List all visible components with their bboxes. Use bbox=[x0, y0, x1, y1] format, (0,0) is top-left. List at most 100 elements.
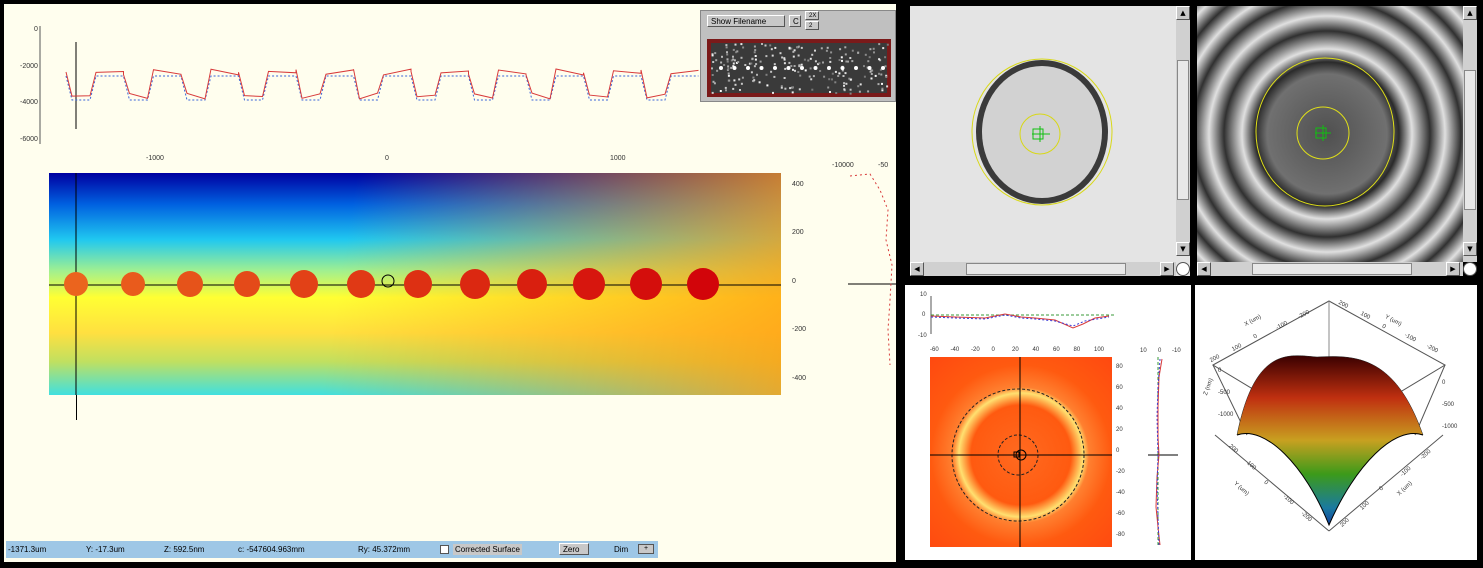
colormap-tick-0: 400 bbox=[792, 181, 804, 188]
pa-xtick: 0 bbox=[991, 347, 995, 353]
colormap[interactable] bbox=[49, 173, 781, 395]
thumbnail-dot bbox=[827, 66, 831, 70]
colormap-spot bbox=[64, 272, 88, 296]
fringe-scroll-up-icon[interactable]: ▲ bbox=[1463, 6, 1477, 20]
colormap-spot bbox=[234, 271, 260, 297]
fringe-overlay bbox=[1255, 57, 1395, 207]
colormap-overlay bbox=[49, 173, 781, 395]
pa-ytick: -60 bbox=[1116, 511, 1125, 517]
pa-xtick: 40 bbox=[1032, 347, 1040, 353]
thumbnail-dot bbox=[854, 66, 858, 70]
s3d-ztick-l: 0 bbox=[1218, 368, 1222, 374]
profile-ytick-2: -4000 bbox=[20, 99, 38, 106]
pa-ytick: -40 bbox=[1116, 490, 1125, 496]
zoom-down-button[interactable]: 2 bbox=[805, 21, 819, 30]
intensity-scroll-left-icon[interactable]: ◀ bbox=[910, 262, 924, 276]
colormap-spot bbox=[573, 268, 605, 300]
profile-analysis-topline bbox=[930, 296, 1115, 334]
thumbnail-dot bbox=[881, 66, 885, 70]
fringe-scroll-down-icon[interactable]: ▼ bbox=[1463, 242, 1477, 256]
status-ry: Ry: 45.372mm bbox=[358, 545, 411, 554]
cursor-vline bbox=[76, 395, 77, 420]
s3d-ztick-l: -500 bbox=[1218, 390, 1231, 396]
colormap-spot bbox=[177, 271, 203, 297]
s3d-ztick-r: -500 bbox=[1442, 402, 1455, 408]
pa-xtick: 60 bbox=[1053, 347, 1060, 353]
side-profile-plot bbox=[848, 173, 896, 366]
surface-3d-plot[interactable] bbox=[1195, 285, 1477, 560]
intensity-zoom-icon[interactable] bbox=[1176, 262, 1190, 276]
thumbnail-dot bbox=[800, 66, 804, 70]
dim-button[interactable]: Dim bbox=[614, 545, 628, 554]
fringe-scroll-left-icon[interactable]: ◀ bbox=[1197, 262, 1211, 276]
pa-ytick: 60 bbox=[1116, 385, 1123, 391]
thumbnail-dot bbox=[867, 66, 872, 70]
intensity-view[interactable] bbox=[910, 6, 1190, 276]
pa-topy-1: 0 bbox=[922, 312, 926, 318]
colormap-spot bbox=[517, 269, 547, 299]
show-filename-button[interactable]: Show Filename bbox=[707, 15, 785, 27]
pa-xtick: -60 bbox=[930, 347, 939, 353]
pa-xtick: 20 bbox=[1012, 347, 1019, 353]
side-tick-1: -50 bbox=[878, 162, 889, 169]
pa-topy-2: -10 bbox=[918, 333, 927, 339]
c-button[interactable]: C bbox=[789, 15, 801, 27]
thumbnail-dot bbox=[719, 66, 723, 70]
pa-xtick: -20 bbox=[971, 347, 980, 353]
pa-ytick: 20 bbox=[1116, 427, 1123, 433]
pa-ytick: -20 bbox=[1116, 469, 1125, 475]
corrected-surface-checkbox[interactable] bbox=[440, 545, 449, 554]
status-y: Y: -17.3um bbox=[86, 545, 125, 554]
s3d-ztick-l: -1000 bbox=[1218, 412, 1234, 418]
intensity-vscroll-thumb[interactable] bbox=[1177, 60, 1189, 200]
profile-ytick-1: -2000 bbox=[20, 63, 38, 70]
colormap-spot bbox=[687, 268, 719, 300]
fringe-vscroll-thumb[interactable] bbox=[1464, 70, 1476, 210]
profile-ytick-0: 0 bbox=[34, 26, 38, 33]
side-tick-0: -10000 bbox=[832, 162, 854, 169]
status-z: Z: 592.5nm bbox=[164, 545, 205, 554]
fringe-scroll-right-icon[interactable]: ▶ bbox=[1446, 262, 1460, 276]
profile-ytick-3: -6000 bbox=[20, 136, 38, 143]
pa-sidetick-0: 10 bbox=[1140, 348, 1147, 354]
thumbnail-dot bbox=[746, 66, 750, 70]
zoom-up-button[interactable]: 2X bbox=[805, 11, 819, 20]
profile-heatmap-overlay bbox=[930, 357, 1112, 547]
corrected-surface-label[interactable]: Corrected Surface bbox=[453, 544, 522, 555]
thumbnail-window[interactable]: Show Filename C 2X 2 bbox=[700, 10, 896, 102]
thumbnail-noise bbox=[711, 43, 889, 95]
colormap-spot bbox=[290, 270, 318, 298]
pa-xtick: 100 bbox=[1094, 347, 1105, 353]
zero-button[interactable]: Zero bbox=[559, 543, 589, 555]
intensity-hscroll-thumb[interactable] bbox=[966, 263, 1126, 275]
thumbnail-dot bbox=[759, 66, 764, 70]
pa-topy-0: 10 bbox=[920, 292, 927, 298]
thumbnail-image[interactable] bbox=[707, 39, 891, 97]
s3d-ztick-r: 0 bbox=[1442, 380, 1446, 386]
colormap-spot bbox=[404, 270, 432, 298]
profile-analysis-sideline bbox=[1148, 357, 1178, 547]
pa-sidetick-1: 0 bbox=[1158, 348, 1162, 354]
colormap-tick-4: -400 bbox=[792, 375, 807, 382]
status-bar: -1371.3um Y: -17.3um Z: 592.5nm c: -5476… bbox=[6, 541, 658, 558]
profile-xtick-0: -1000 bbox=[146, 155, 164, 162]
pa-ytick: 40 bbox=[1116, 406, 1123, 412]
intensity-scroll-up-icon[interactable]: ▲ bbox=[1176, 6, 1190, 20]
thumbnail-dot bbox=[786, 66, 791, 70]
dim-stepper-icon[interactable]: + bbox=[638, 544, 654, 554]
thumbnail-dot bbox=[813, 66, 818, 70]
profile-heatmap[interactable] bbox=[930, 357, 1112, 547]
fringe-view[interactable] bbox=[1197, 6, 1463, 262]
pa-ytick: 80 bbox=[1116, 364, 1123, 370]
pa-xtick: -40 bbox=[950, 347, 960, 353]
colormap-tick-1: 200 bbox=[792, 229, 804, 236]
thumbnail-dot bbox=[732, 66, 737, 70]
intensity-scroll-down-icon[interactable]: ▼ bbox=[1176, 242, 1190, 256]
fringe-hscroll-thumb[interactable] bbox=[1252, 263, 1412, 275]
colormap-tick-2: 0 bbox=[792, 278, 796, 285]
profile-xtick-1: 0 bbox=[385, 155, 389, 162]
colormap-spot bbox=[347, 270, 375, 298]
intensity-scroll-right-icon[interactable]: ▶ bbox=[1160, 262, 1174, 276]
fringe-zoom-icon[interactable] bbox=[1463, 262, 1477, 276]
pa-ytick: 0 bbox=[1116, 448, 1120, 454]
